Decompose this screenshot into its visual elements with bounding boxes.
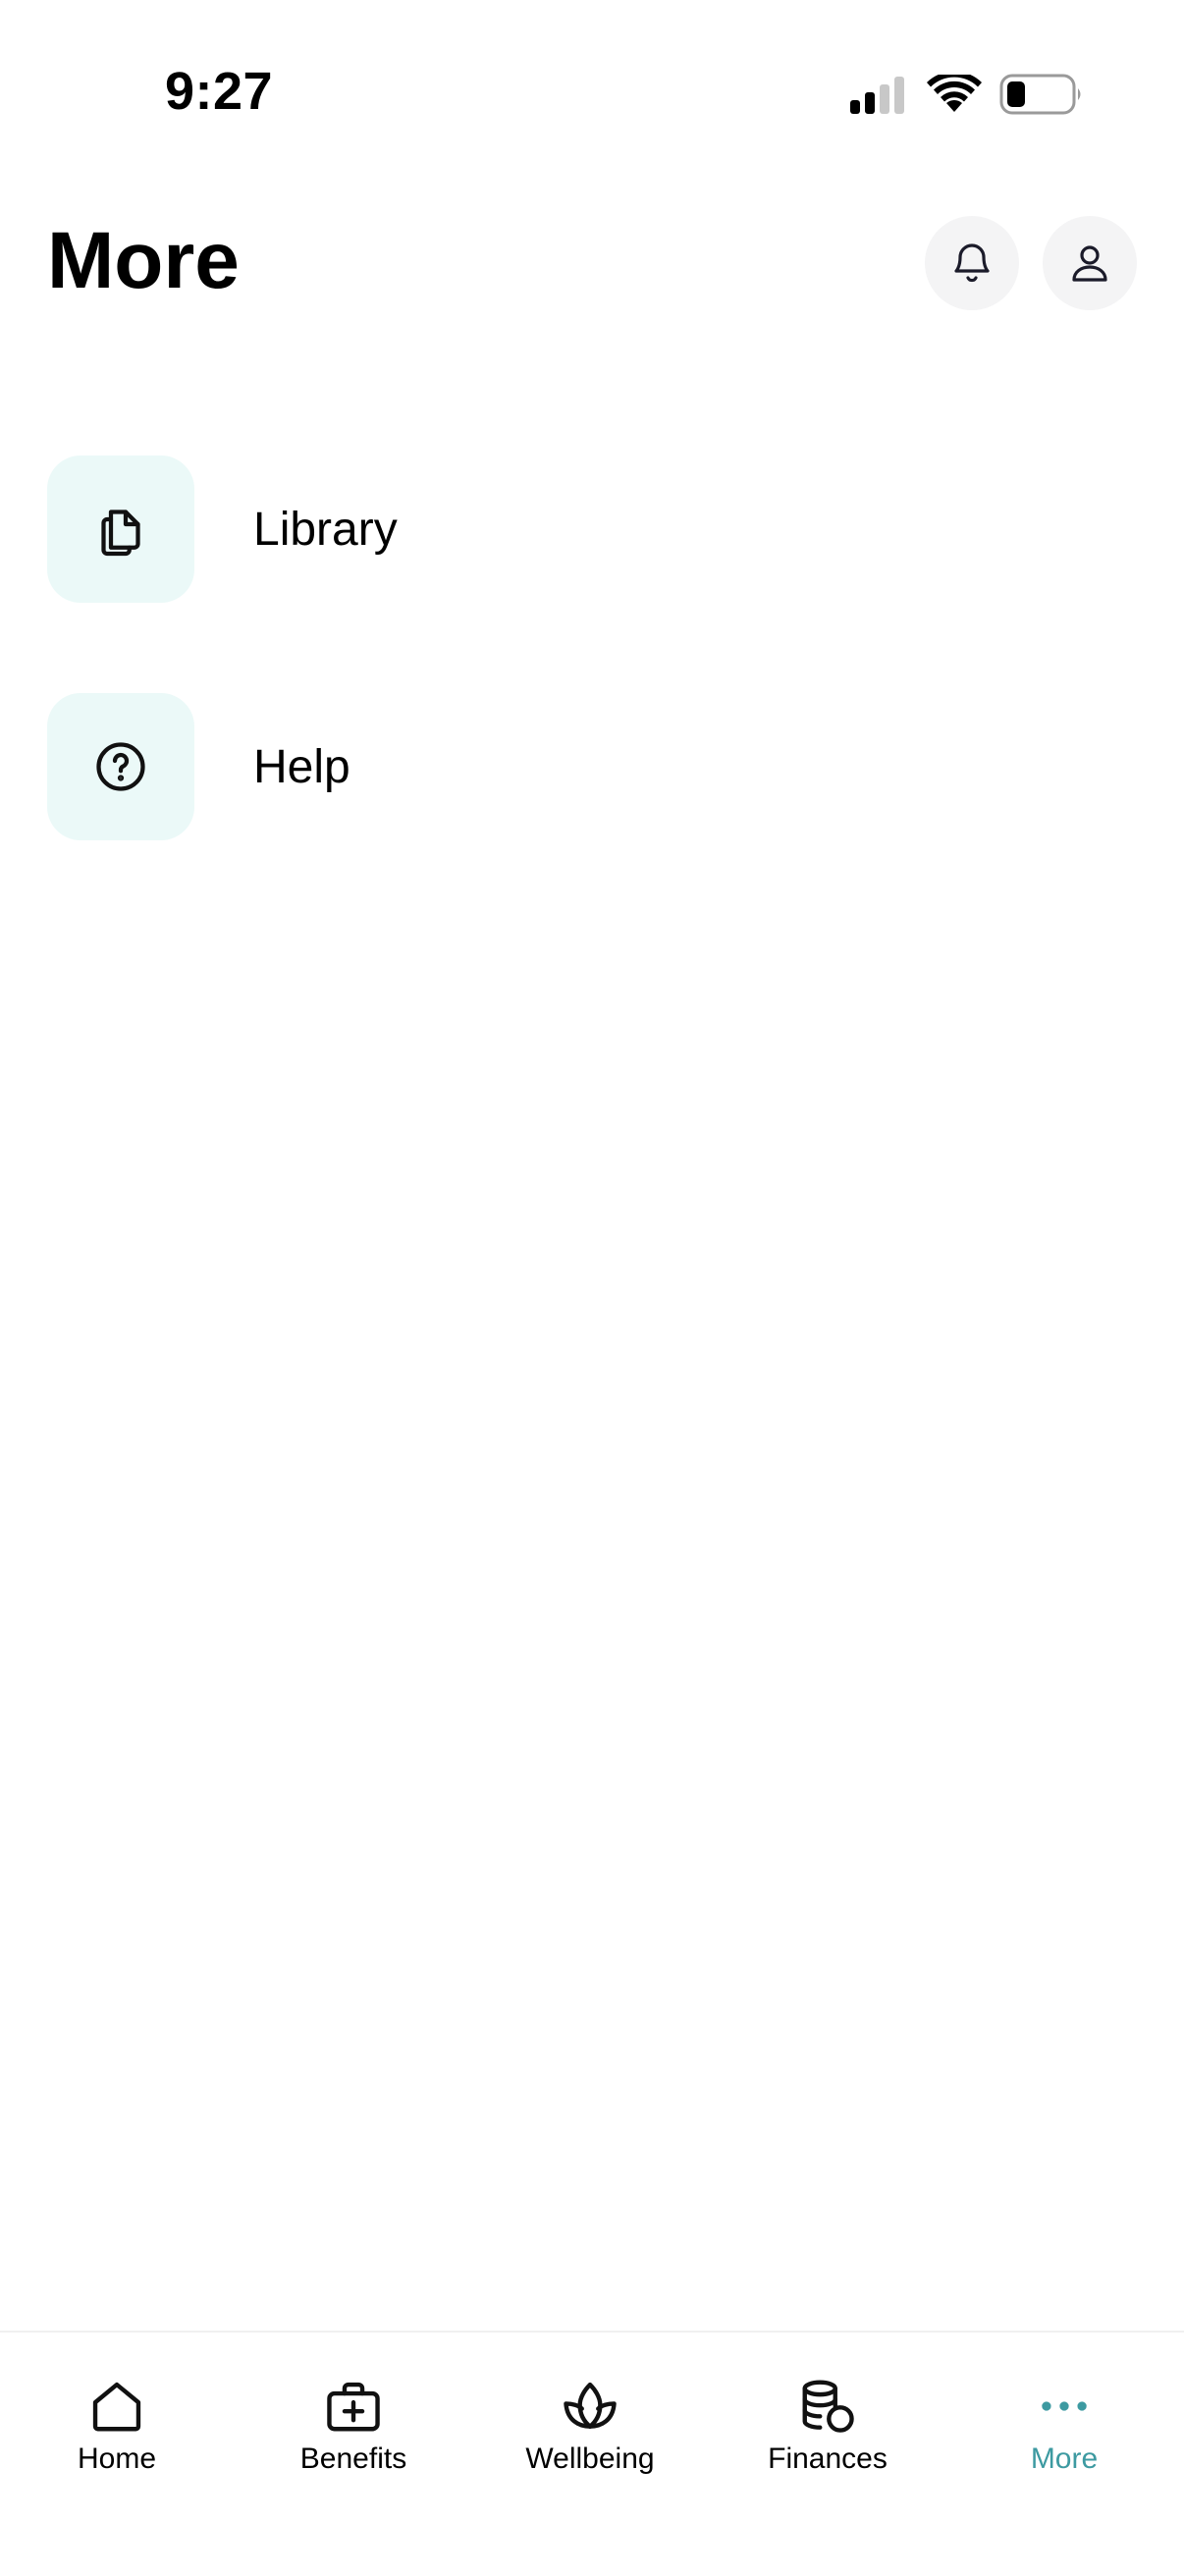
tab-more[interactable]: More xyxy=(966,2376,1162,2476)
tab-finances[interactable]: Finances xyxy=(729,2376,926,2476)
tab-label: Wellbeing xyxy=(525,2442,655,2475)
more-dots-icon xyxy=(1042,2401,1087,2411)
menu-item-label: Library xyxy=(253,503,398,556)
wifi-icon xyxy=(927,75,982,112)
menu-item-help[interactable]: Help xyxy=(47,693,1137,840)
medical-kit-icon xyxy=(327,2382,380,2432)
tab-home[interactable]: Home xyxy=(19,2376,215,2476)
status-bar: 9:27 xyxy=(0,0,1184,187)
status-time: 9:27 xyxy=(165,62,274,121)
bell-icon xyxy=(954,243,990,283)
menu-icon-tile xyxy=(47,693,194,840)
tab-benefits[interactable]: Benefits xyxy=(255,2376,452,2476)
tab-label: More xyxy=(1030,2442,1099,2475)
menu-icon-tile xyxy=(47,456,194,603)
tab-label: Home xyxy=(77,2442,157,2475)
user-icon xyxy=(1072,245,1107,282)
bottom-tab-bar: Home Benefits Wellbeing Finances More xyxy=(0,2331,1184,2576)
tab-label: Finances xyxy=(768,2442,888,2475)
tab-label: Benefits xyxy=(299,2442,407,2475)
cellular-signal-icon xyxy=(850,77,904,114)
home-icon xyxy=(92,2382,141,2432)
battery-icon xyxy=(999,74,1081,115)
tab-wellbeing[interactable]: Wellbeing xyxy=(492,2376,688,2476)
lotus-icon xyxy=(564,2382,617,2429)
menu-item-library[interactable]: Library xyxy=(47,456,1137,603)
profile-button[interactable] xyxy=(1043,216,1137,310)
coins-icon xyxy=(802,2380,854,2433)
notifications-button[interactable] xyxy=(925,216,1019,310)
page-title: More xyxy=(47,216,240,305)
menu-item-label: Help xyxy=(253,740,350,793)
documents-icon xyxy=(101,510,140,557)
question-circle-icon xyxy=(96,742,145,791)
